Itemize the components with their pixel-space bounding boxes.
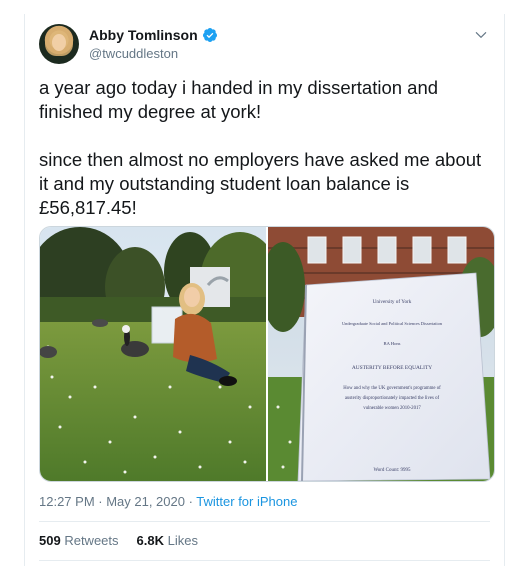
tweet-stats: 509 Retweets 6.8K Likes bbox=[39, 533, 198, 548]
tweet-time-date[interactable]: 12:27 PM · May 21, 2020 · bbox=[39, 494, 196, 509]
tweet-card: Abby Tomlinson @twcuddleston a year ago … bbox=[24, 14, 505, 566]
author-info: Abby Tomlinson @twcuddleston bbox=[89, 26, 218, 63]
retweets-label: Retweets bbox=[64, 533, 119, 548]
author-display-name[interactable]: Abby Tomlinson bbox=[89, 26, 198, 44]
doc-sub-2: austerity disproportionately impacted th… bbox=[345, 396, 440, 401]
chevron-down-icon bbox=[475, 32, 487, 38]
likes-label: Likes bbox=[167, 533, 198, 548]
tweet-timestamp: 12:27 PM · May 21, 2020 · Twitter for iP… bbox=[39, 494, 297, 510]
doc-title: AUSTERITY BEFORE EQUALITY bbox=[352, 365, 432, 371]
photo-dissertation[interactable]: University of York Undergraduate Social … bbox=[268, 227, 494, 481]
avatar[interactable] bbox=[39, 24, 79, 64]
likes-stat[interactable]: 6.8K Likes bbox=[137, 533, 198, 548]
more-options-button[interactable] bbox=[472, 26, 490, 44]
tweet-text: a year ago today i handed in my disserta… bbox=[39, 77, 482, 218]
retweets-count: 509 bbox=[39, 533, 61, 548]
verified-badge-icon bbox=[202, 28, 217, 42]
doc-line-1: University of York bbox=[373, 298, 412, 305]
doc-sub-3: vulnerable women 2010-2017 bbox=[363, 406, 421, 411]
doc-line-2: Undergraduate Social and Political Scien… bbox=[342, 321, 443, 326]
doc-line-3: BA Hons bbox=[384, 341, 401, 346]
dissertation-photo-image: University of York Undergraduate Social … bbox=[268, 227, 494, 481]
photo-garden[interactable] bbox=[40, 227, 266, 481]
divider bbox=[39, 521, 490, 522]
garden-photo-image bbox=[40, 227, 266, 481]
retweets-stat[interactable]: 509 Retweets bbox=[39, 533, 119, 548]
divider bbox=[39, 560, 490, 561]
doc-word-count: Word Count: 9995 bbox=[373, 468, 411, 473]
author-handle[interactable]: @twcuddleston bbox=[89, 45, 218, 63]
tweet-header: Abby Tomlinson @twcuddleston bbox=[39, 24, 494, 72]
name-row: Abby Tomlinson bbox=[89, 26, 218, 44]
tweet-source-link[interactable]: Twitter for iPhone bbox=[196, 494, 297, 509]
tweet-media[interactable]: University of York Undergraduate Social … bbox=[39, 226, 495, 482]
doc-sub-1: How and why the UK government's programm… bbox=[343, 386, 441, 391]
likes-count: 6.8K bbox=[136, 533, 164, 548]
